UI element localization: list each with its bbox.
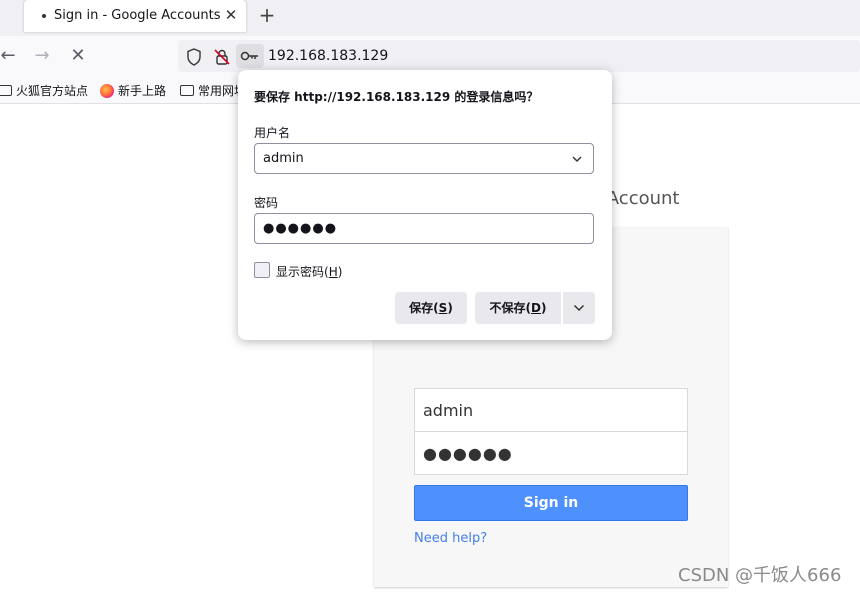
username-label: 用户名 — [254, 126, 291, 140]
password-key-button[interactable] — [236, 44, 264, 68]
chevron-down-icon — [573, 304, 585, 312]
dont-save-accesskey: D — [531, 301, 541, 315]
popup-username-field[interactable]: admin — [254, 143, 594, 174]
watermark: CSDN @千饭人666 — [678, 565, 842, 586]
show-password-label[interactable]: 显示密码(H) — [276, 263, 342, 280]
bookmark-label: 新手上路 — [118, 84, 167, 98]
save-paren: ) — [447, 301, 453, 315]
bookmark-item[interactable]: 常用网址 — [180, 82, 246, 99]
show-password-accesskey: H — [328, 265, 338, 279]
new-tab-button[interactable]: + — [256, 3, 278, 27]
dont-save-button[interactable]: 不保存(D) — [475, 292, 561, 324]
forward-button[interactable]: → — [30, 44, 54, 68]
bookmark-label: 火狐官方站点 — [16, 84, 89, 98]
popup-username-value: admin — [263, 151, 304, 166]
back-button[interactable]: ← — [0, 44, 20, 68]
show-password-text: 显示密码( — [276, 265, 329, 279]
folder-icon — [180, 85, 194, 96]
stop-loading-button[interactable]: ✕ — [66, 44, 90, 68]
shield-icon[interactable] — [184, 47, 204, 67]
more-options-button[interactable] — [563, 292, 595, 324]
need-help-link[interactable]: Need help? — [414, 531, 487, 546]
insecure-lock-icon[interactable] — [212, 47, 232, 67]
bookmark-item[interactable]: 新手上路 — [100, 82, 166, 99]
url-text[interactable]: 192.168.183.129 — [268, 48, 388, 64]
popup-title: 要保存 http://192.168.183.129 的登录信息吗？ — [254, 90, 539, 104]
dont-save-text: 不保存( — [489, 301, 532, 315]
username-input[interactable]: admin — [414, 388, 688, 432]
url-bar[interactable]: 192.168.183.129 — [178, 40, 860, 72]
tab-close-icon[interactable]: ✕ — [222, 6, 240, 24]
password-label: 密码 — [254, 196, 279, 210]
firefox-icon — [100, 83, 114, 98]
show-password-paren: ) — [337, 265, 343, 279]
show-password-checkbox[interactable] — [254, 262, 270, 278]
signin-button[interactable]: Sign in — [414, 485, 688, 521]
browser-tab[interactable]: Sign in - Google Accounts ✕ — [24, 0, 246, 32]
chevron-down-icon[interactable] — [571, 154, 583, 164]
popup-password-value: ●●●●●● — [263, 221, 338, 236]
bookmark-item[interactable]: 火狐官方站点 — [0, 82, 88, 99]
password-input[interactable]: ●●●●●● — [414, 431, 688, 475]
tab-loading-icon — [42, 14, 46, 18]
popup-password-field[interactable]: ●●●●●● — [254, 213, 594, 244]
tab-strip: Sign in - Google Accounts ✕ + — [0, 0, 860, 36]
save-text: 保存( — [409, 301, 439, 315]
dont-save-paren: ) — [540, 301, 547, 315]
key-icon — [240, 51, 258, 61]
tab-title: Sign in - Google Accounts — [54, 8, 221, 23]
save-login-popup: 要保存 http://192.168.183.129 的登录信息吗？ 用户名 a… — [238, 70, 612, 340]
folder-icon — [0, 85, 12, 96]
save-button[interactable]: 保存(S) — [395, 292, 467, 324]
